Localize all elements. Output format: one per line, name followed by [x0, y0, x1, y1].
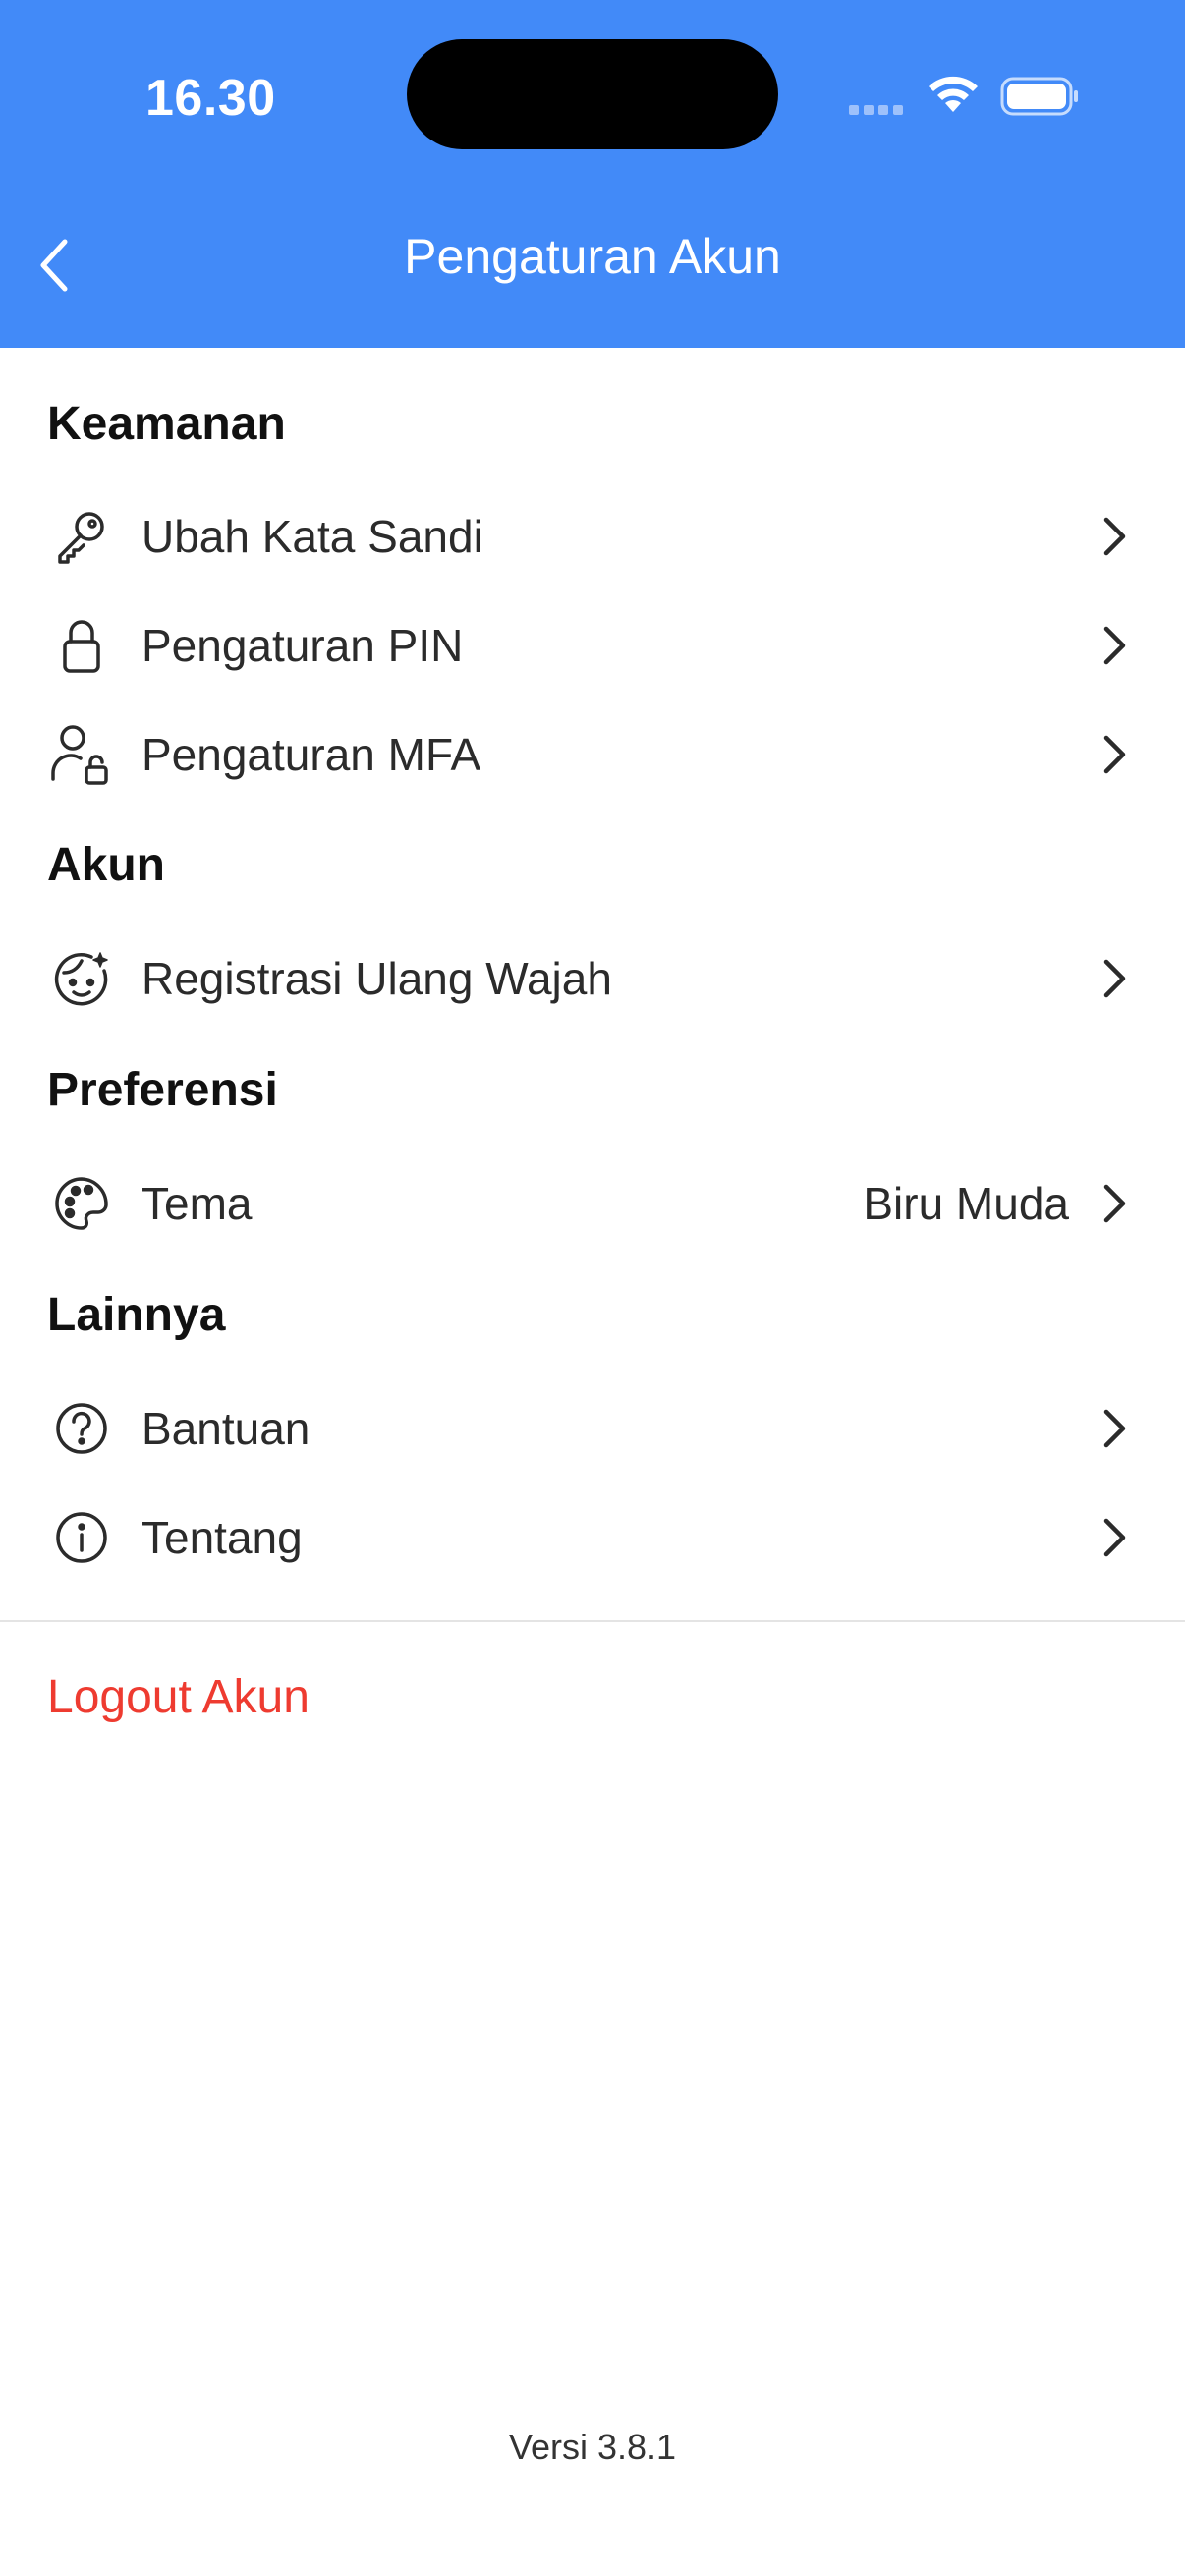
divider	[0, 1620, 1185, 1622]
menu-item-label: Bantuan	[141, 1403, 310, 1454]
menu-item-ubah-kata-sandi[interactable]: Ubah Kata Sandi	[0, 487, 1185, 586]
battery-icon	[1000, 77, 1078, 116]
help-icon	[49, 1396, 114, 1461]
menu-item-pengaturan-pin[interactable]: Pengaturan PIN	[0, 596, 1185, 695]
key-icon	[49, 504, 114, 569]
menu-item-pengaturan-mfa[interactable]: Pengaturan MFA	[0, 705, 1185, 804]
menu-item-registrasi-ulang-wajah[interactable]: Registrasi Ulang Wajah	[0, 929, 1185, 1028]
dynamic-island	[407, 39, 778, 149]
top-app-bar: 16.30 Pengaturan Akun	[0, 0, 1185, 348]
logout-button[interactable]: Logout Akun	[47, 1670, 310, 1724]
chevron-right-icon	[1103, 959, 1126, 998]
info-icon	[49, 1505, 114, 1570]
menu-item-label: Registrasi Ulang Wajah	[141, 953, 612, 1004]
section-title-preferensi: Preferensi	[47, 1064, 278, 1116]
face-icon	[49, 946, 114, 1011]
wifi-icon	[929, 76, 978, 112]
app-version: Versi 3.8.1	[508, 2427, 677, 2467]
status-time: 16.30	[145, 70, 276, 127]
chevron-right-icon	[1103, 1409, 1126, 1448]
menu-item-label: Tema	[141, 1178, 253, 1229]
menu-item-label: Ubah Kata Sandi	[141, 511, 483, 562]
menu-item-label: Tentang	[141, 1512, 303, 1563]
palette-icon	[49, 1171, 114, 1236]
menu-item-bantuan[interactable]: Bantuan	[0, 1379, 1185, 1478]
chevron-right-icon	[1103, 1184, 1126, 1223]
theme-value: Biru Muda	[863, 1178, 1069, 1229]
section-title-keamanan: Keamanan	[47, 398, 286, 450]
chevron-right-icon	[1103, 626, 1126, 665]
menu-item-label: Pengaturan PIN	[141, 620, 464, 671]
chevron-right-icon	[1103, 735, 1126, 774]
menu-item-tentang[interactable]: Tentang	[0, 1488, 1185, 1587]
user-lock-icon	[49, 722, 114, 787]
lock-icon	[49, 613, 114, 678]
menu-item-tema[interactable]: Tema Biru Muda	[0, 1154, 1185, 1253]
chevron-right-icon	[1103, 517, 1126, 556]
page-title: Pengaturan Akun	[404, 229, 781, 284]
cellular-signal-icon	[849, 102, 908, 115]
chevron-right-icon	[1103, 1518, 1126, 1557]
section-title-lainnya: Lainnya	[47, 1289, 226, 1341]
menu-item-label: Pengaturan MFA	[141, 729, 481, 780]
section-title-akun: Akun	[47, 839, 165, 891]
